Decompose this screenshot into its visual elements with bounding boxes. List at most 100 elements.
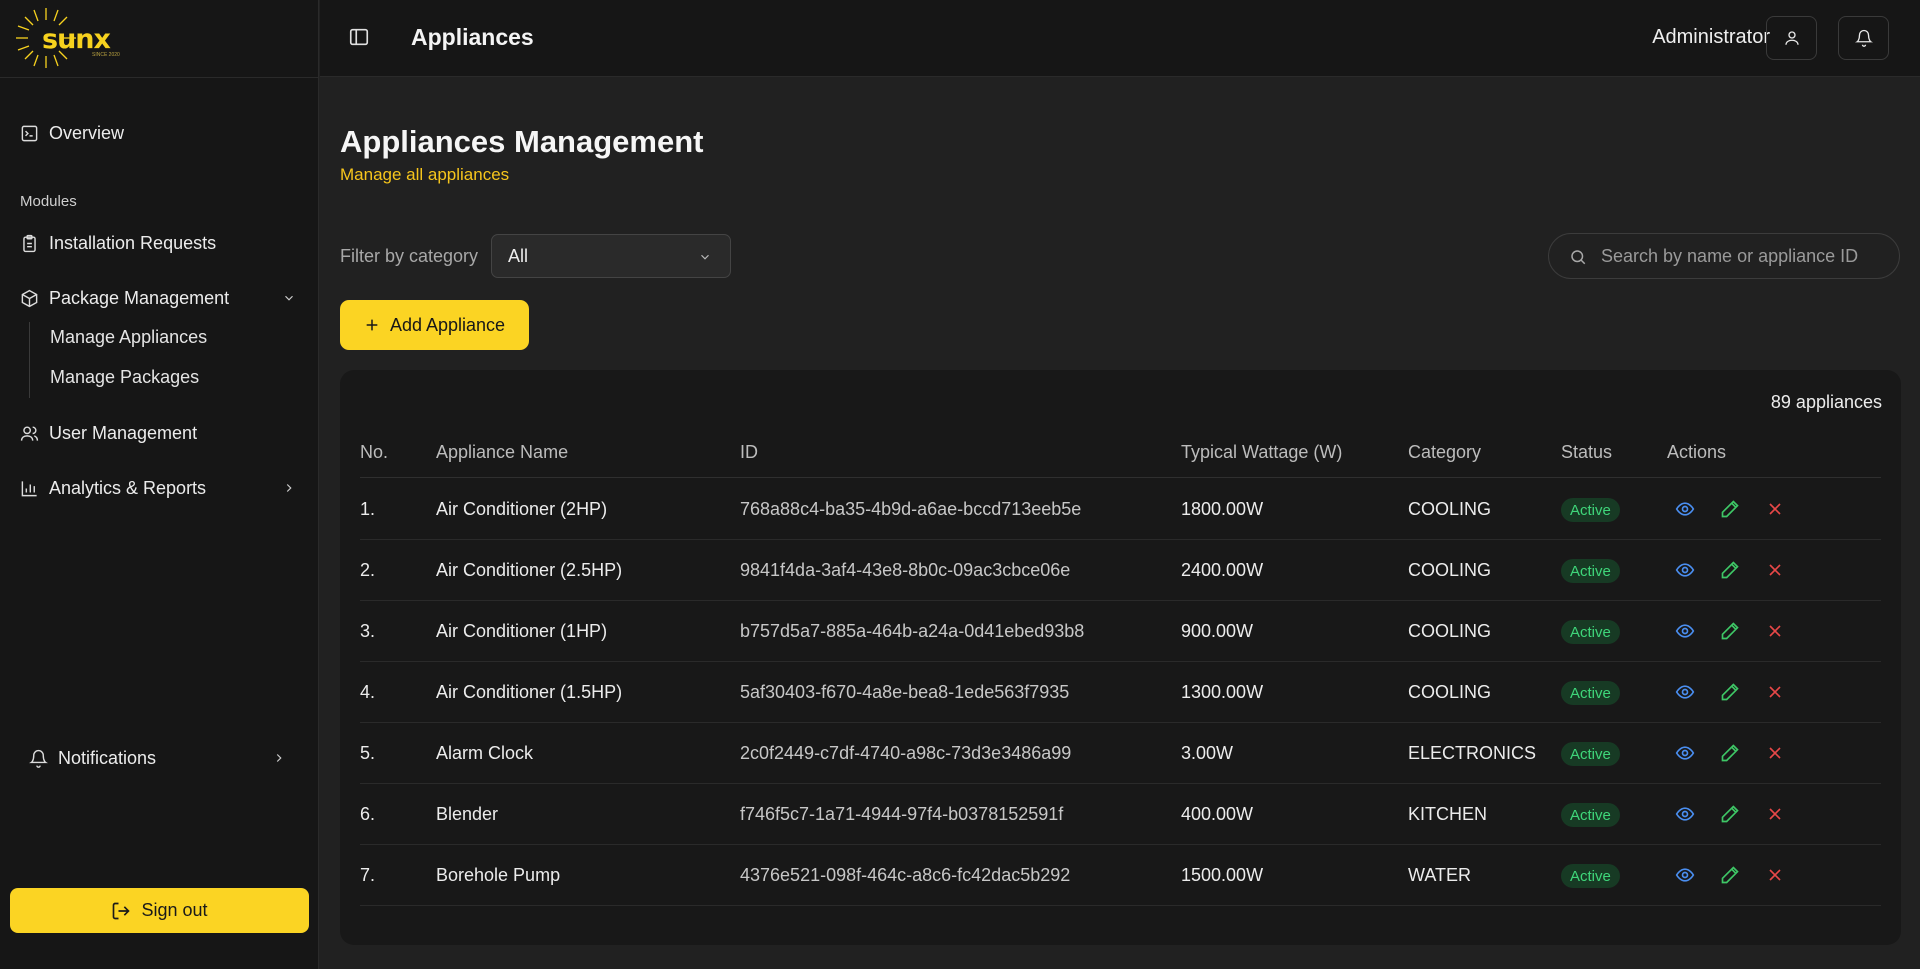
- pencil-icon: [1720, 500, 1740, 523]
- subnav-line: [29, 322, 30, 398]
- appliance-category: WATER: [1408, 865, 1471, 885]
- appliance-category: COOLING: [1408, 499, 1492, 519]
- notifications-button[interactable]: [1838, 16, 1889, 60]
- logo[interactable]: sunx SINCE 2020: [14, 6, 124, 70]
- view-button[interactable]: [1675, 499, 1697, 521]
- row-number: 3.: [360, 621, 376, 641]
- edit-button[interactable]: [1720, 865, 1742, 887]
- table-row: 3. Air Conditioner (1HP) b757d5a7-885a-464…: [360, 601, 1881, 662]
- delete-button[interactable]: [1765, 804, 1787, 826]
- table-header: No. Appliance Name ID Typical Wattage (W…: [360, 426, 1881, 478]
- sidebar-item-user-management[interactable]: User Management: [20, 423, 197, 444]
- appliance-category: COOLING: [1408, 682, 1492, 702]
- sidebar-item-label: Notifications: [58, 748, 157, 768]
- eye-icon: [1675, 624, 1695, 645]
- sidebar-subitem-manage-appliances[interactable]: Manage Appliances: [50, 327, 207, 348]
- pencil-icon: [1720, 805, 1740, 828]
- edit-button[interactable]: [1720, 499, 1742, 521]
- table-row: 4. Air Conditioner (1.5HP) 5af30403-f670-4…: [360, 662, 1881, 723]
- sidebar-divider: [0, 77, 319, 78]
- sidebar-subitem-manage-packages[interactable]: Manage Packages: [50, 367, 199, 388]
- logo-text: sunx: [42, 24, 111, 55]
- column-header: Category: [1408, 442, 1482, 462]
- close-icon: [1765, 625, 1785, 645]
- appliance-name: Blender: [436, 804, 499, 824]
- category-filter-select[interactable]: All: [491, 234, 731, 278]
- edit-button[interactable]: [1720, 804, 1742, 826]
- view-button[interactable]: [1675, 865, 1697, 887]
- table-row: 6. Blender f746f5c7-1a71-4944-97f4-b037815…: [360, 784, 1881, 845]
- appliance-wattage: 400.00W: [1181, 804, 1254, 824]
- chevron-down-icon: [701, 254, 709, 260]
- edit-button[interactable]: [1720, 743, 1742, 765]
- search-input[interactable]: [1601, 245, 1881, 267]
- sidebar-item-installation-requests[interactable]: Installation Requests: [20, 233, 216, 254]
- pencil-icon: [1720, 683, 1740, 706]
- sidebar-toggle-button[interactable]: [348, 26, 370, 48]
- sidebar-item-package-management[interactable]: Package Management: [20, 288, 229, 309]
- delete-button[interactable]: [1765, 621, 1787, 643]
- delete-button[interactable]: [1765, 743, 1787, 765]
- appliance-category: ELECTRONICS: [1408, 743, 1537, 763]
- package-icon: [21, 289, 38, 308]
- sidebar-item-overview[interactable]: Overview: [20, 123, 124, 144]
- table-row: 2. Air Conditioner (2.5HP) 9841f4da-3af4-4…: [360, 540, 1881, 601]
- sign-out-button[interactable]: Sign out: [10, 888, 309, 933]
- close-icon: [1765, 869, 1785, 889]
- appliance-category: KITCHEN: [1408, 804, 1488, 824]
- edit-button[interactable]: [1720, 682, 1742, 704]
- status-badge: Active: [1561, 559, 1620, 583]
- appliance-wattage: 3.00W: [1181, 743, 1234, 763]
- profile-button[interactable]: [1766, 16, 1817, 60]
- appliance-name: Air Conditioner (1HP): [436, 621, 608, 641]
- table-row: 1. Air Conditioner (2HP) 768a88c4-ba35-4b9…: [360, 479, 1881, 540]
- chevron-down-icon[interactable]: [282, 291, 296, 305]
- chevron-right-icon[interactable]: [272, 751, 286, 765]
- user-name: Administrator: [1652, 26, 1770, 48]
- sidebar-item-notifications[interactable]: Notifications: [29, 748, 156, 769]
- view-button[interactable]: [1675, 804, 1697, 826]
- row-number: 5.: [360, 743, 376, 763]
- appliance-wattage: 2400.00W: [1181, 560, 1264, 580]
- appliance-name: Air Conditioner (1.5HP): [436, 682, 623, 702]
- appliance-id: 4376e521-098f-464c-a8c6-fc42dac5b292: [740, 865, 1071, 885]
- appliance-category: COOLING: [1408, 621, 1492, 641]
- row-number: 1.: [360, 499, 376, 519]
- sidebar-item-label: Overview: [49, 123, 125, 143]
- column-header: Appliance Name: [436, 442, 569, 462]
- eye-icon: [1675, 685, 1695, 706]
- appliance-wattage: 1800.00W: [1181, 499, 1264, 519]
- add-appliance-button[interactable]: Add Appliance: [340, 300, 529, 350]
- search-box[interactable]: [1548, 233, 1900, 279]
- appliance-name: Air Conditioner (2HP): [436, 499, 608, 519]
- view-button[interactable]: [1675, 560, 1697, 582]
- log-out-icon: [113, 902, 131, 919]
- status-badge: Active: [1561, 742, 1620, 766]
- panel-left-icon: [349, 28, 369, 46]
- logo-tagline: SINCE 2020: [92, 52, 120, 58]
- view-button[interactable]: [1675, 743, 1697, 765]
- pencil-icon: [1720, 744, 1740, 767]
- plus-icon: [366, 319, 378, 331]
- search-icon: [1571, 250, 1586, 265]
- chevron-right-icon[interactable]: [282, 481, 296, 495]
- delete-button[interactable]: [1765, 865, 1787, 887]
- row-number: 4.: [360, 682, 376, 702]
- column-header: Status: [1561, 442, 1613, 462]
- close-icon: [1765, 503, 1785, 523]
- edit-button[interactable]: [1720, 560, 1742, 582]
- delete-button[interactable]: [1765, 499, 1787, 521]
- column-header: Actions: [1667, 442, 1727, 462]
- view-button[interactable]: [1675, 682, 1697, 704]
- view-button[interactable]: [1675, 621, 1697, 643]
- status-badge: Active: [1561, 620, 1620, 644]
- delete-button[interactable]: [1765, 560, 1787, 582]
- user-icon: [1784, 31, 1799, 45]
- delete-button[interactable]: [1765, 682, 1787, 704]
- sidebar-item-analytics[interactable]: Analytics & Reports: [20, 478, 206, 499]
- edit-button[interactable]: [1720, 621, 1742, 643]
- bell-icon: [29, 749, 48, 768]
- appliance-id: 5af30403-f670-4a8e-bea8-1ede563f7935: [740, 682, 1070, 702]
- appliance-count: 89 appliances: [1770, 392, 1882, 412]
- appliance-id: 2c0f2449-c7df-4740-a98c-73d3e3486a99: [740, 743, 1072, 763]
